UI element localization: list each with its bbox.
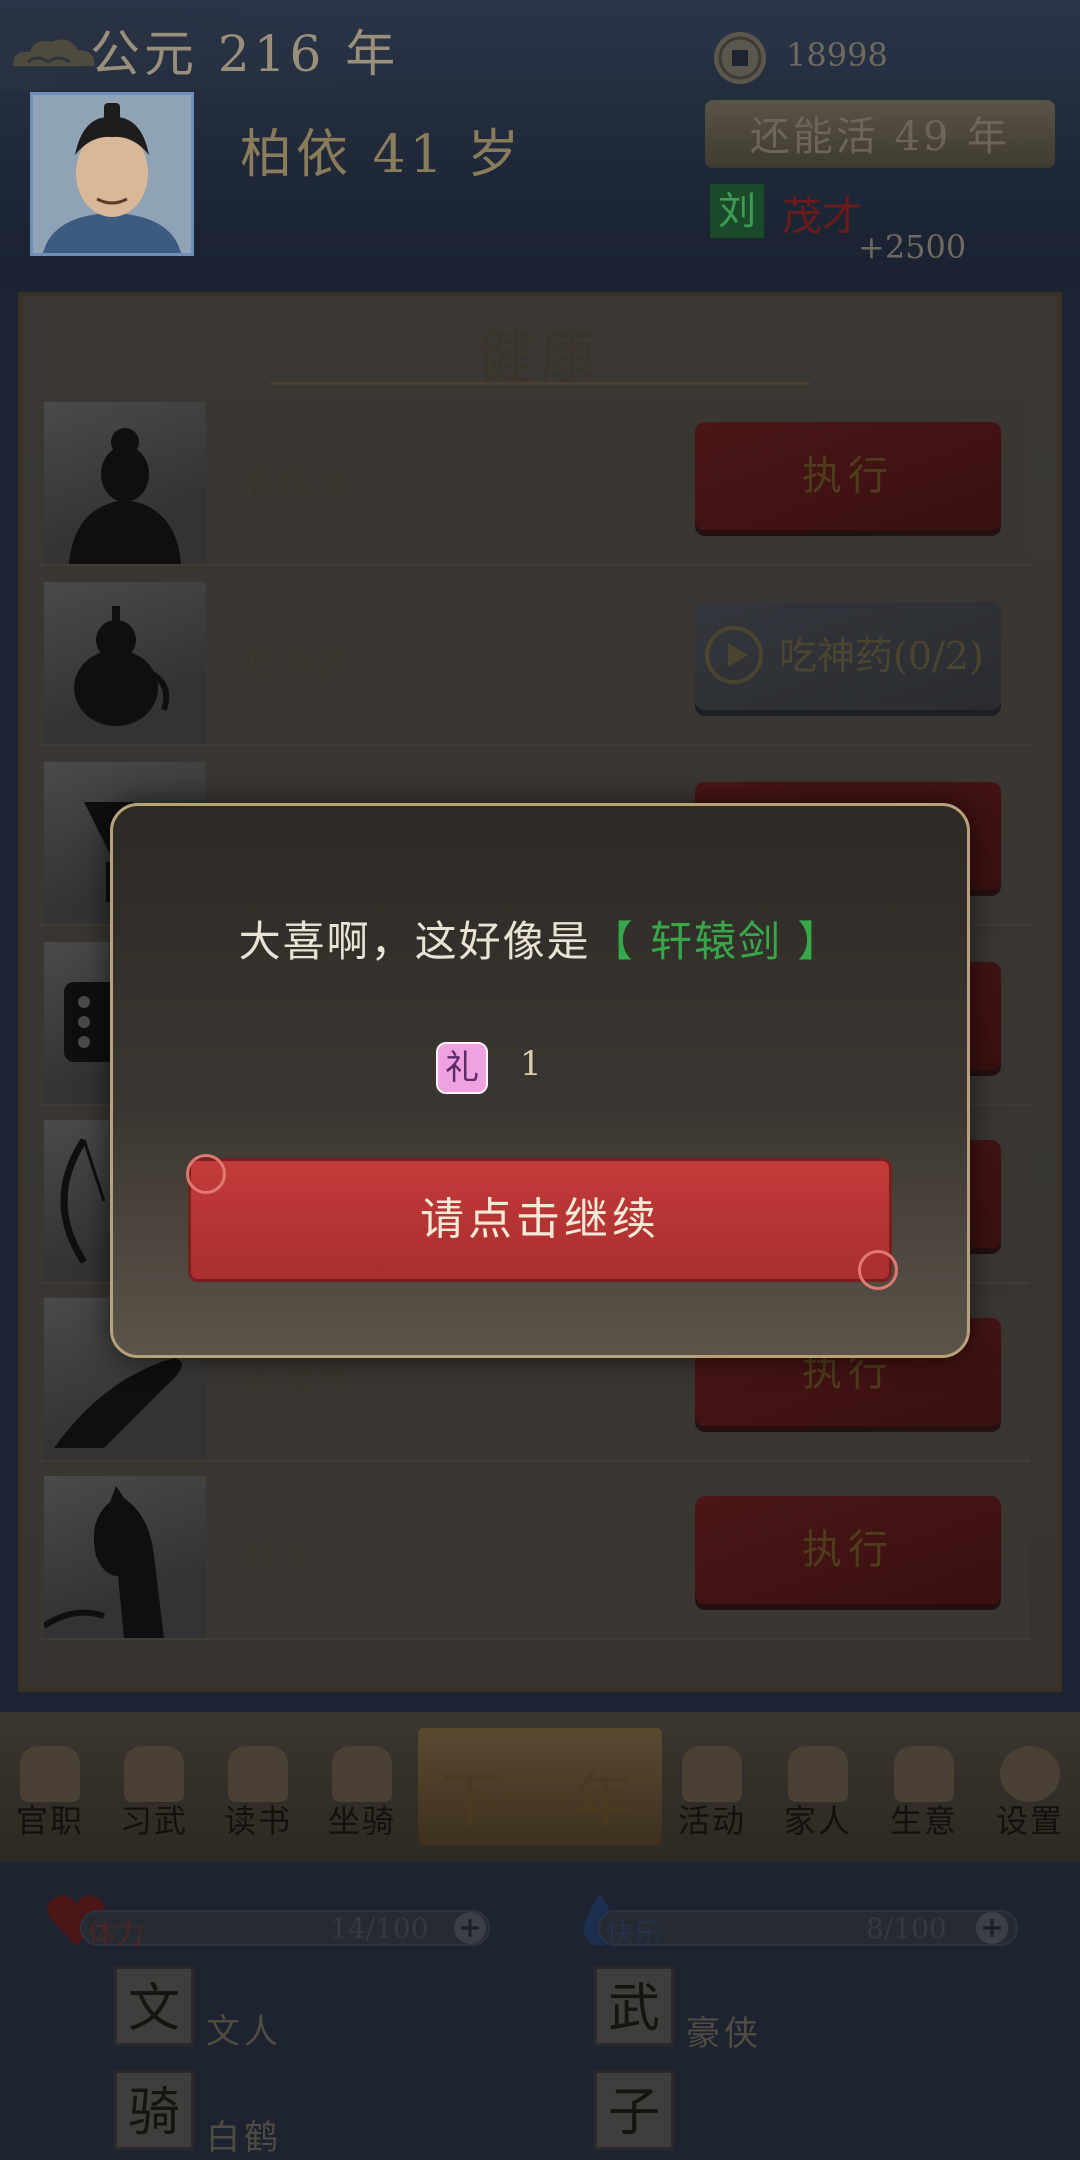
tag-text: 豪侠: [686, 2014, 762, 2054]
corner-ornament: [186, 1154, 226, 1194]
official-icon: [20, 1746, 80, 1802]
nav-label: 坐骑: [327, 1802, 396, 1840]
nav-official[interactable]: 官职: [0, 1720, 100, 1850]
nav-label: 官职: [15, 1802, 84, 1840]
list-item: 看医生 执行: [40, 398, 1030, 566]
coin-count: 18998: [786, 36, 888, 74]
row-label: 买宝物: [245, 1360, 354, 1398]
tag-box-child: 子: [594, 2070, 674, 2150]
bonus-label: +2500: [858, 228, 967, 266]
reward-message: 大喜啊，这好像是【 轩辕剑 】: [110, 908, 970, 969]
horse-icon: [44, 1476, 206, 1638]
health-value: 14/100: [330, 1912, 429, 1945]
gourd-icon: [44, 582, 206, 744]
nav-family[interactable]: 家人: [768, 1720, 868, 1850]
tag-text: 文人: [206, 2012, 282, 2052]
nav-label: 习武: [119, 1802, 188, 1840]
energy-label: 快乐: [606, 1917, 663, 1950]
nav-label: 生意: [889, 1802, 958, 1840]
avatar-icon: [33, 95, 191, 253]
remaining-life-label: 还能活 49 年: [749, 114, 1011, 160]
row-label: 吃神药: [245, 644, 354, 682]
horse-head-icon: [332, 1746, 392, 1802]
doctor-silhouette-icon: [44, 402, 206, 564]
list-item: 打工 执行: [40, 1472, 1030, 1640]
reward-message-prefix: 大喜啊，这好像是: [238, 917, 591, 966]
row-label: 看医生: [245, 464, 354, 502]
reward-item-name: 【 轩辕剑 】: [590, 917, 842, 966]
nav-business[interactable]: 生意: [874, 1720, 974, 1850]
year-label: 公元 216 年: [90, 25, 400, 83]
book-icon: [228, 1746, 288, 1802]
tag-box-martial: 武: [594, 1966, 674, 2046]
coin-icon: [714, 32, 766, 84]
watch-ad-button[interactable]: 吃神药(0/2): [695, 602, 1001, 710]
tag-box-mount: 骑: [114, 2070, 194, 2150]
nav-study[interactable]: 读书: [208, 1720, 308, 1850]
heart-icon: [682, 1746, 742, 1802]
execute-button[interactable]: 执行: [695, 1496, 1001, 1604]
nav-mount[interactable]: 坐骑: [312, 1720, 412, 1850]
list-item: 吃神药 吃神药(0/2): [40, 578, 1030, 746]
cloud-icon: [13, 39, 95, 66]
continue-button[interactable]: 请点击继续: [188, 1158, 892, 1282]
surname-badge: 刘: [710, 184, 764, 238]
row-label: 打工: [245, 1538, 318, 1576]
talent-label: 茂才: [782, 194, 862, 240]
watch-ad-label: 吃神药(0/2): [779, 634, 984, 678]
energy-value: 8/100: [866, 1912, 947, 1945]
title-divider: [270, 382, 810, 385]
gift-count: 1: [520, 1044, 542, 1084]
tag-box-literary: 文: [114, 1966, 194, 2046]
add-health-button[interactable]: +: [454, 1912, 486, 1944]
money-bag-icon: [894, 1746, 954, 1802]
character-avatar[interactable]: [30, 92, 194, 256]
execute-button[interactable]: 执行: [695, 422, 1001, 530]
nav-label: 家人: [783, 1802, 852, 1840]
nav-activity[interactable]: 活动: [662, 1720, 762, 1850]
gift-icon: 礼: [436, 1042, 488, 1094]
health-label: 体力: [88, 1917, 145, 1950]
gear-icon: [1000, 1746, 1060, 1802]
tag-text: 白鹤: [206, 2118, 282, 2158]
nav-label: 活动: [677, 1802, 746, 1840]
play-triangle: [728, 643, 748, 667]
add-energy-button[interactable]: +: [976, 1912, 1008, 1944]
nav-label: 设置: [995, 1802, 1064, 1840]
next-year-label: 下一年: [441, 1766, 639, 1836]
corner-ornament: [858, 1250, 898, 1290]
sword-icon: [124, 1746, 184, 1802]
character-name-age: 柏依 41 岁: [240, 125, 524, 185]
family-icon: [788, 1746, 848, 1802]
nav-martial[interactable]: 习武: [104, 1720, 204, 1850]
nav-label: 读书: [223, 1802, 292, 1840]
nav-settings[interactable]: 设置: [980, 1720, 1080, 1850]
